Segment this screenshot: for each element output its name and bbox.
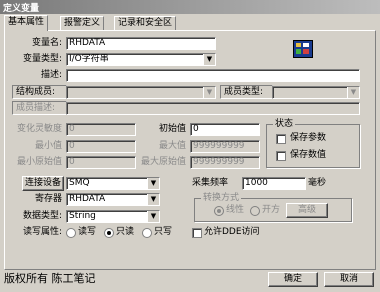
keep-params-label: 保存参数 xyxy=(290,133,327,143)
data-type-select[interactable]: String xyxy=(66,210,160,223)
max-raw-input[interactable]: 999999999 xyxy=(190,156,260,169)
status-group: 状态 xyxy=(266,119,360,168)
allow-dde-label: 允许DDE访问 xyxy=(204,227,260,237)
member-desc-label: 成员描述: xyxy=(12,101,67,115)
sample-rate-label: 采集频率 xyxy=(192,178,229,188)
convert-linear-label: 线性 xyxy=(226,205,245,215)
status-group-title: 状态 xyxy=(273,119,296,130)
tab-alarm-definition[interactable]: 报警定义 xyxy=(60,16,105,30)
variable-icon xyxy=(293,40,313,58)
advanced-button[interactable]: 高级 xyxy=(286,203,328,218)
description-label: 描述: xyxy=(40,70,62,80)
var-type-select[interactable]: I/O字符串 xyxy=(66,53,216,66)
initial-value-label: 初始值 xyxy=(158,124,186,134)
max-raw-label: 最大原始值 xyxy=(140,157,186,167)
connect-device-button[interactable]: 连接设备 xyxy=(22,176,64,191)
data-type-label: 数据类型: xyxy=(22,211,62,221)
rw-option-writeonly-label: 只写 xyxy=(154,227,173,237)
sensitivity-label: 变化灵敏度 xyxy=(16,124,62,134)
ok-button[interactable]: 确定 xyxy=(268,272,318,287)
allow-dde-checkbox[interactable] xyxy=(192,228,202,238)
keep-params-checkbox[interactable] xyxy=(276,134,286,144)
initial-value-input[interactable]: 0 xyxy=(190,123,260,136)
min-raw-input[interactable]: 0 xyxy=(66,156,136,169)
rw-option-readwrite-radio[interactable] xyxy=(66,228,76,238)
description-input[interactable] xyxy=(66,69,360,82)
min-raw-label: 最小原始值 xyxy=(16,157,62,167)
sensitivity-input[interactable]: 0 xyxy=(66,123,136,136)
var-name-input[interactable]: RHDATA xyxy=(66,37,216,50)
struct-member-label: 结构成员: xyxy=(12,85,67,99)
convert-sqrt-radio[interactable] xyxy=(250,206,260,216)
rw-option-readonly-radio[interactable] xyxy=(104,228,114,238)
device-select[interactable]: SMQ xyxy=(66,177,160,190)
device-value: SMQ xyxy=(69,178,90,188)
keep-values-label: 保存数值 xyxy=(290,150,327,160)
member-type-select[interactable] xyxy=(272,86,360,99)
rw-option-readonly-label: 只读 xyxy=(116,227,135,237)
member-type-label: 成员类型: xyxy=(220,85,273,99)
register-label: 寄存器 xyxy=(34,194,62,204)
register-select[interactable]: RHDATA xyxy=(66,193,160,206)
rw-attribute-label: 读写属性: xyxy=(22,227,62,237)
keep-values-checkbox[interactable] xyxy=(276,151,286,161)
cancel-button[interactable]: 取消 xyxy=(324,272,374,287)
var-type-label: 变量类型: xyxy=(22,54,62,64)
window-title: 定义变量 xyxy=(3,4,40,14)
sample-rate-unit: 毫秒 xyxy=(308,178,327,188)
tab-record-security[interactable]: 记录和安全区 xyxy=(114,16,177,30)
tab-basic-properties[interactable]: 基本属性 xyxy=(4,15,49,31)
watermark-text: 版权所有 陈工笔记 xyxy=(4,272,96,285)
var-type-value: I/O字符串 xyxy=(69,54,109,64)
rw-option-readwrite-label: 读写 xyxy=(78,227,97,237)
convert-mode-title: 转换方式 xyxy=(201,193,242,204)
register-value: RHDATA xyxy=(69,194,106,204)
var-name-label: 变量名: xyxy=(31,38,62,48)
min-value-input[interactable]: 0 xyxy=(66,140,136,153)
member-desc-input[interactable] xyxy=(66,102,360,115)
max-value-input[interactable]: 999999999 xyxy=(190,140,260,153)
struct-member-select[interactable] xyxy=(66,86,216,99)
min-value-label: 最小值 xyxy=(34,141,62,151)
max-value-label: 最大值 xyxy=(158,141,186,151)
data-type-value: String xyxy=(69,211,96,221)
convert-sqrt-label: 开方 xyxy=(262,205,281,215)
sample-rate-input[interactable]: 1000 xyxy=(242,177,306,190)
title-bar[interactable]: 定义变量 xyxy=(0,0,380,14)
convert-linear-radio[interactable] xyxy=(214,206,224,216)
rw-option-writeonly-radio[interactable] xyxy=(142,228,152,238)
